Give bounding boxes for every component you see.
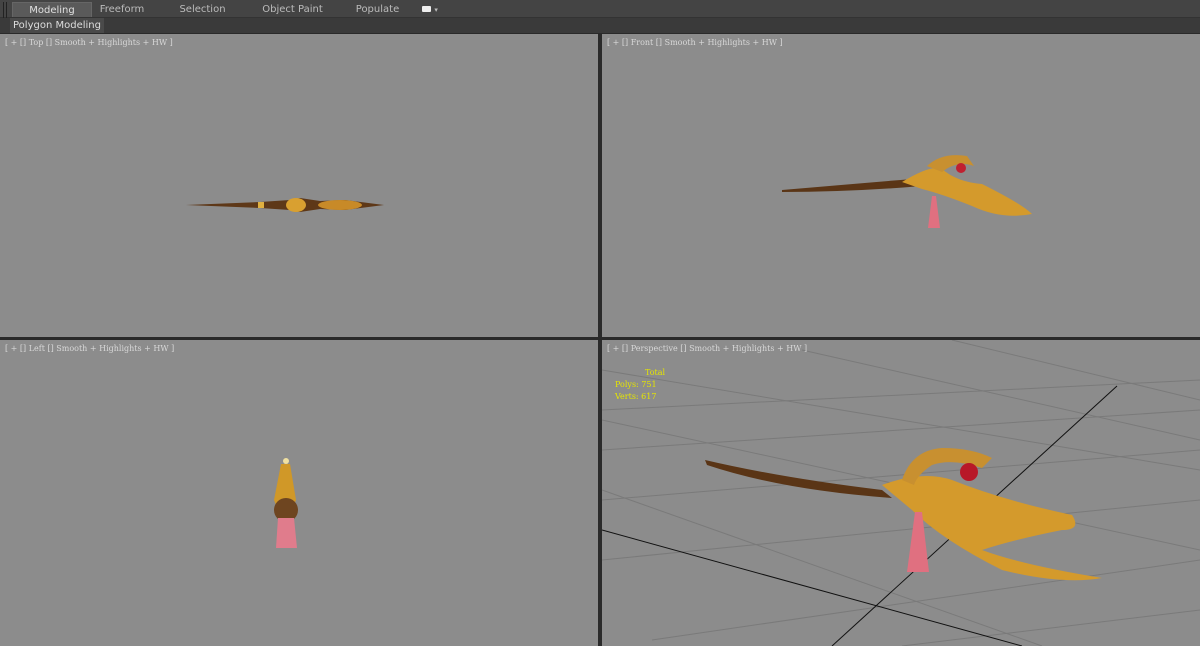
sword-model-left: [274, 458, 298, 548]
viewport-perspective[interactable]: [ + [] Perspective [] Smooth + Highlight…: [602, 340, 1200, 646]
ribbon-panel-bar: Polygon Modeling: [0, 18, 1200, 33]
viewport-left[interactable]: [ + [] Left [] Smooth + Highlights + HW …: [0, 340, 598, 646]
viewport-top[interactable]: [ + [] Top [] Smooth + Highlights + HW ]: [0, 34, 598, 337]
tab-freeform[interactable]: Freeform: [92, 2, 152, 17]
polygon-modeling-panel[interactable]: Polygon Modeling: [10, 18, 104, 33]
tab-modeling[interactable]: Modeling: [12, 2, 92, 17]
perspective-grid: [602, 340, 1200, 646]
ribbon-tabs: Modeling Freeform Selection Object Paint…: [0, 0, 1200, 32]
sword-model-top: [186, 198, 384, 212]
viewport-front[interactable]: [ + [] Front [] Smooth + Highlights + HW…: [602, 34, 1200, 337]
sword-model-perspective: [705, 448, 1102, 581]
stats-header: Total: [645, 368, 666, 377]
verts-value: 617: [641, 392, 657, 401]
sword-model-front: [782, 155, 1032, 228]
tab-selection[interactable]: Selection: [170, 2, 235, 17]
polys-label: Polys:: [615, 380, 639, 389]
tab-populate[interactable]: Populate: [350, 2, 405, 17]
ribbon-options-icon[interactable]: ▾: [418, 2, 442, 17]
viewport-label-perspective[interactable]: [ + [] Perspective [] Smooth + Highlight…: [607, 344, 807, 353]
verts-label: Verts:: [615, 392, 639, 401]
polys-value: 751: [641, 380, 657, 389]
scene-statistics: Total Polys: 751 Verts: 617: [615, 367, 665, 403]
tab-object-paint[interactable]: Object Paint: [255, 2, 330, 17]
